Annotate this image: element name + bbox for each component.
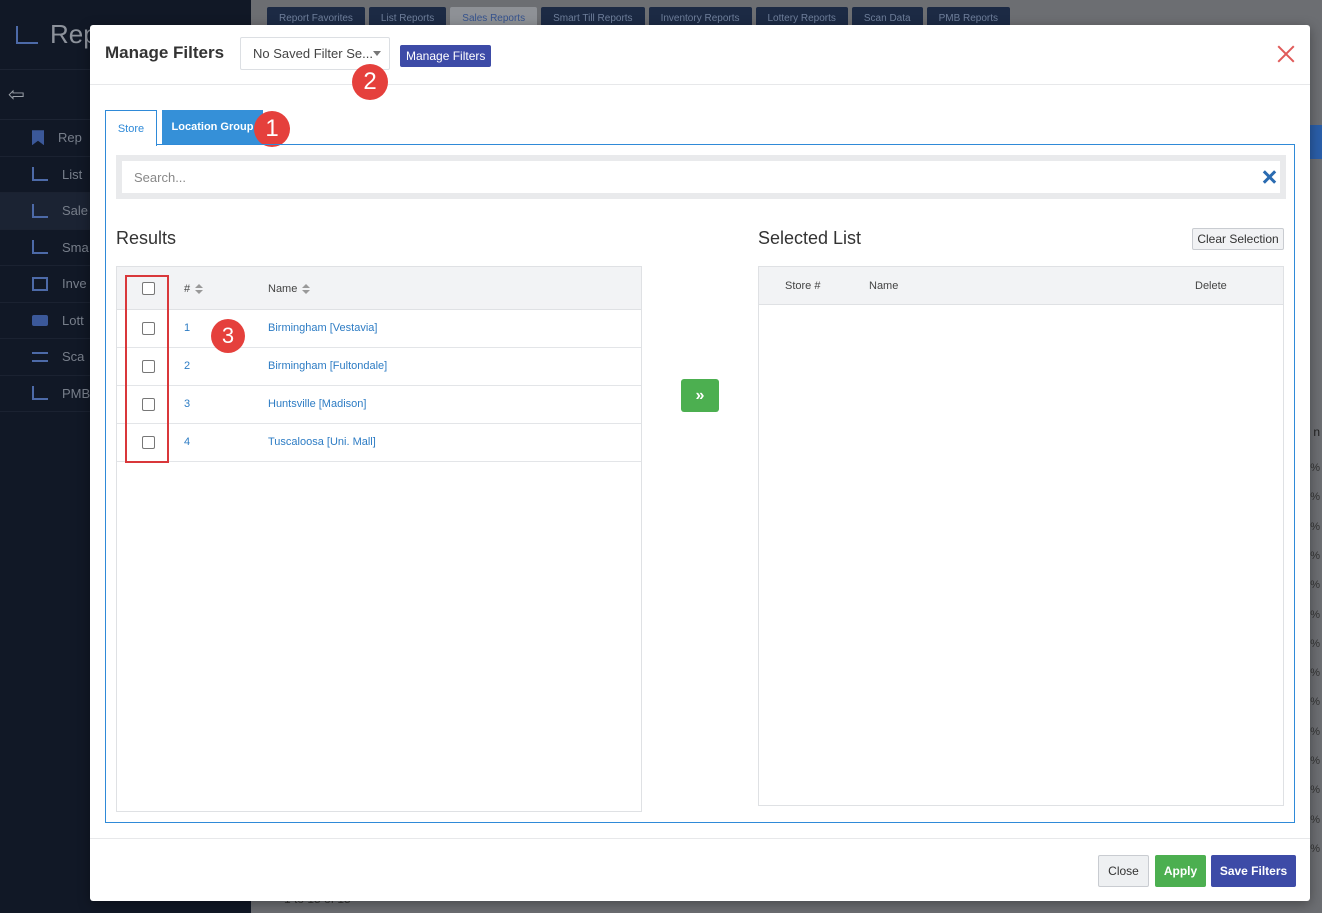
row-checkbox[interactable] — [142, 436, 155, 449]
row-num[interactable]: 2 — [184, 360, 190, 372]
sidebar-item-label: Inve — [62, 276, 87, 292]
background-pct-cell: % — [1310, 813, 1320, 826]
store-tab-panel: Results Selected List Clear Selection # … — [105, 144, 1295, 823]
tab-store[interactable]: Store — [105, 110, 157, 146]
background-pct-cell: % — [1310, 784, 1320, 797]
sidebar-item-label: Sale — [62, 203, 89, 219]
row-checkbox[interactable] — [142, 322, 155, 335]
background-pct-cell: % — [1310, 549, 1320, 562]
row-num[interactable]: 1 — [184, 322, 190, 334]
manage-filters-button[interactable]: Manage Filters — [400, 45, 492, 67]
row-num[interactable]: 3 — [184, 398, 190, 410]
sidebar-item-label: PMB — [62, 385, 91, 401]
table-row[interactable]: 1 Birmingham [Vestavia] — [117, 310, 641, 348]
table-row[interactable]: 3 Huntsville [Madison] — [117, 386, 641, 424]
modal-footer: Close Apply Save Filters — [90, 838, 1310, 901]
sidebar-item-label: Sca — [62, 349, 85, 365]
bookmark-icon — [32, 130, 44, 146]
modal-title: Manage Filters — [105, 43, 225, 62]
column-header-delete: Delete — [1195, 280, 1227, 292]
row-name[interactable]: Birmingham [Fultondale] — [268, 360, 387, 372]
select-all-checkbox[interactable] — [142, 282, 155, 295]
column-header-num[interactable]: # — [184, 283, 204, 295]
background-pct-cell: % — [1310, 462, 1320, 474]
double-chevron-right-icon: » — [695, 386, 705, 404]
sort-icon — [302, 283, 311, 295]
column-header-num-label: # — [184, 283, 191, 295]
inventory-icon — [32, 276, 48, 291]
row-checkbox[interactable] — [142, 360, 155, 373]
background-pct-cell: % — [1310, 608, 1320, 621]
background-column-head: n — [1313, 425, 1320, 439]
background-pct-cell: % — [1310, 696, 1320, 709]
search-input[interactable] — [122, 161, 1280, 193]
background-pct-cell: % — [1310, 579, 1320, 592]
caret-down-icon — [373, 51, 381, 56]
chart-icon — [32, 240, 48, 255]
chart-icon — [32, 203, 48, 218]
column-header-name: Name — [869, 280, 899, 292]
selected-list-table: Store # Name Delete — [758, 266, 1284, 806]
clear-selection-button[interactable]: Clear Selection — [1192, 228, 1284, 250]
apply-button[interactable]: Apply — [1155, 855, 1206, 887]
background-pct-cell: % — [1310, 725, 1320, 738]
table-row[interactable]: 4 Tuscaloosa [Uni. Mall] — [117, 424, 641, 462]
list-icon — [32, 351, 48, 362]
row-num[interactable]: 4 — [184, 436, 190, 448]
reports-logo-icon — [16, 25, 38, 44]
annotation-badge-3: 3 — [211, 319, 245, 353]
background-pct-cell: % — [1310, 667, 1320, 680]
sort-icon — [195, 283, 204, 295]
sidebar-item-label: Sma — [62, 239, 89, 255]
sidebar-item-label: Lott — [62, 312, 84, 328]
sidebar-item-label: List — [62, 166, 83, 182]
close-icon[interactable] — [1276, 44, 1296, 64]
results-table: # Name 1 Birmingham [Vestavia] 2 Birming… — [116, 266, 642, 812]
annotation-badge-1: 1 — [254, 111, 290, 147]
column-header-name-label: Name — [268, 283, 298, 295]
row-name[interactable]: Tuscaloosa [Uni. Mall] — [268, 436, 376, 448]
manage-filters-modal: Manage Filters No Saved Filter Se... Man… — [90, 25, 1310, 901]
tab-location-group[interactable]: Location Group — [162, 110, 263, 144]
column-header-store-num: Store # — [785, 280, 821, 292]
annotation-badge-2: 2 — [352, 64, 388, 100]
row-checkbox[interactable] — [142, 398, 155, 411]
table-row[interactable]: 2 Birmingham [Fultondale] — [117, 348, 641, 386]
save-filters-button[interactable]: Save Filters — [1211, 855, 1296, 887]
search-bar — [116, 155, 1286, 199]
background-pct-cell: % — [1310, 520, 1320, 533]
chart-icon — [32, 167, 48, 182]
saved-filter-value: No Saved Filter Se... — [253, 46, 373, 61]
sidebar-item-label: Rep — [58, 130, 82, 146]
selected-table-header: Store # Name Delete — [759, 267, 1283, 305]
move-to-selected-button[interactable]: » — [681, 379, 719, 412]
column-header-name[interactable]: Name — [268, 283, 311, 295]
ticket-icon — [32, 314, 48, 326]
modal-header: Manage Filters No Saved Filter Se... Man… — [90, 25, 1310, 85]
selected-list-title: Selected List — [758, 228, 862, 248]
row-name[interactable]: Birmingham [Vestavia] — [268, 322, 377, 334]
background-pct-cell: % — [1310, 842, 1320, 855]
row-name[interactable]: Huntsville [Madison] — [268, 398, 366, 410]
background-button-strip — [1308, 125, 1322, 159]
results-table-header: # Name — [117, 267, 641, 310]
results-title: Results — [116, 228, 177, 248]
clear-search-icon[interactable] — [1262, 170, 1276, 184]
background-pct-cell: % — [1310, 637, 1320, 650]
chart-icon — [32, 386, 48, 401]
background-pct-cell: % — [1310, 755, 1320, 767]
background-pct-cell: % — [1310, 491, 1320, 504]
close-button[interactable]: Close — [1098, 855, 1149, 887]
